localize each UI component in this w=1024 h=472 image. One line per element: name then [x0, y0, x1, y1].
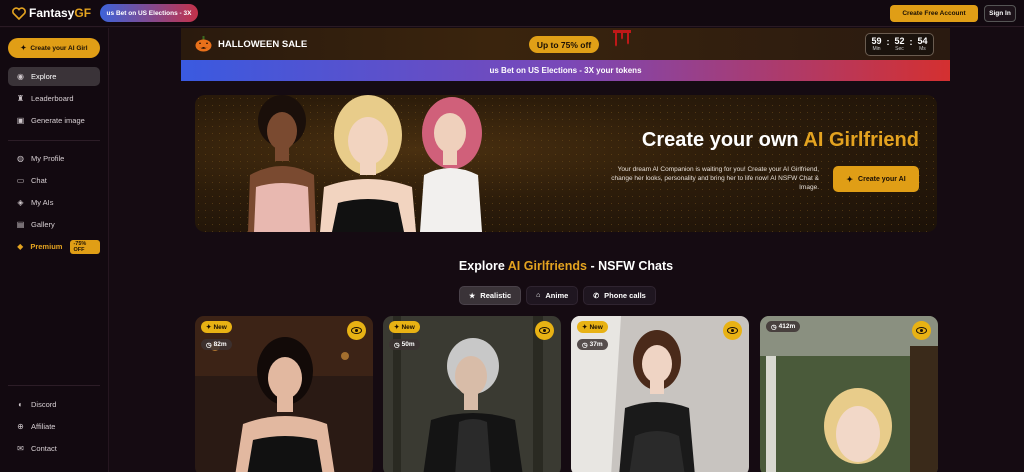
pumpkin-icon — [195, 36, 212, 52]
discount-badge: -75% OFF — [70, 239, 100, 254]
new-badge: ✦ New — [201, 321, 232, 333]
countdown-minutes: 59 Min — [871, 36, 882, 52]
hero-girls-image — [248, 95, 482, 232]
countdown-milliseconds: 54 Ms — [917, 36, 928, 52]
sidebar-divider — [8, 140, 100, 141]
clock-icon: ◷ — [394, 341, 400, 349]
discord-icon: ◐ — [18, 400, 23, 409]
view-button[interactable] — [535, 321, 554, 340]
image-icon: ▣ — [16, 116, 25, 125]
new-badge: ✦ New — [577, 321, 608, 333]
heart-logo-icon — [12, 6, 26, 20]
mail-icon: ✉ — [17, 444, 24, 453]
blood-drip-icon — [613, 30, 631, 47]
hero-title: Create your own AI Girlfriend — [641, 129, 919, 151]
explore-heading: Explore AI Girlfriends - NSFW Chats — [458, 259, 674, 273]
clock-icon: ◷ — [206, 341, 212, 349]
sale-heading: HALLOWEEN SALE — [195, 36, 307, 52]
create-ai-girl-button[interactable]: ✦ Create your AI Girl — [8, 38, 100, 58]
clock-icon: ◷ — [771, 323, 777, 331]
sidebar-item-affiliate[interactable]: ⊕ Affiliate — [8, 417, 100, 436]
sparkle-icon: ✦ — [394, 324, 400, 331]
sidebar-item-explore[interactable]: ◉ Explore — [8, 67, 100, 86]
hero-banner: Create your own AI Girlfriend Your dream… — [195, 95, 937, 232]
sidebar-divider — [8, 385, 100, 386]
character-card[interactable]: ✦ New ◷ 37m — [571, 316, 749, 472]
gallery-icon: ▤ — [16, 220, 25, 229]
sidebar-item-leaderboard[interactable]: ♜ Leaderboard — [8, 89, 100, 108]
character-card[interactable]: ✦ New ◷ 82m — [195, 316, 373, 472]
time-badge: ◷ 412m — [766, 321, 801, 332]
time-badge: ◷ 50m — [389, 339, 420, 350]
time-badge: ◷ 37m — [577, 339, 608, 350]
chat-icon: ▭ — [16, 176, 25, 185]
view-button[interactable] — [723, 321, 742, 340]
character-image — [760, 316, 938, 472]
view-button[interactable] — [912, 321, 931, 340]
top-bar: FantasyGF us Bet on US Elections - 3X Cr… — [0, 0, 1024, 27]
create-your-ai-button[interactable]: ✦ Create your AI — [833, 166, 919, 192]
clock-icon: ◷ — [582, 341, 588, 349]
new-badge: ✦ New — [389, 321, 420, 333]
tab-phone-calls[interactable]: ✆ Phone calls — [583, 286, 656, 305]
time-badge: ◷ 82m — [201, 339, 232, 350]
countdown-timer: 59 Min : 52 Sec : 54 Ms — [865, 33, 934, 56]
sidebar-item-premium[interactable]: ◆ Premium -75% OFF — [8, 237, 100, 256]
compass-icon: ◉ — [17, 72, 24, 81]
trophy-icon: ♜ — [16, 94, 25, 103]
sidebar-item-discord[interactable]: ◐ Discord — [8, 395, 100, 414]
eye-icon — [539, 327, 550, 334]
election-promo-pill[interactable]: us Bet on US Elections - 3X — [100, 4, 198, 22]
phone-icon: ✆ — [593, 292, 600, 300]
create-free-account-button[interactable]: Create Free Account — [890, 5, 978, 22]
user-icon: ◍ — [17, 154, 24, 163]
sidebar-item-generate-image[interactable]: ▣ Generate image — [8, 111, 100, 130]
sale-offer-badge[interactable]: Up to 75% off — [529, 36, 599, 53]
character-card[interactable]: ◷ 412m — [760, 316, 938, 472]
sidebar-item-contact[interactable]: ✉ Contact — [8, 439, 100, 458]
sidebar-item-my-ais[interactable]: ◈ My AIs — [8, 193, 100, 212]
logo-text: FantasyGF — [29, 6, 92, 20]
house-icon: ⌂ — [536, 292, 541, 299]
sidebar: ✦ Create your AI Girl ◉ Explore ♜ Leader… — [0, 28, 109, 472]
eye-icon — [727, 327, 738, 334]
view-button[interactable] — [347, 321, 366, 340]
logo[interactable]: FantasyGF — [12, 6, 91, 20]
eye-icon — [916, 327, 927, 334]
election-promo-bar[interactable]: us Bet on US Elections - 3X your tokens — [181, 60, 950, 81]
sidebar-item-gallery[interactable]: ▤ Gallery — [8, 215, 100, 234]
tab-realistic[interactable]: ★ Realistic — [459, 286, 522, 305]
character-card[interactable]: ✦ New ◷ 50m — [383, 316, 561, 472]
sign-in-button[interactable]: Sign In — [984, 5, 1016, 22]
hero-description: Your dream AI Companion is waiting for y… — [611, 166, 819, 191]
magic-wand-icon: ✦ — [20, 45, 27, 52]
sidebar-item-my-profile[interactable]: ◍ My Profile — [8, 149, 100, 168]
ai-icon: ◈ — [17, 198, 24, 207]
tab-anime[interactable]: ⌂ Anime — [526, 286, 579, 305]
sidebar-item-chat[interactable]: ▭ Chat — [8, 171, 100, 190]
affiliate-icon: ⊕ — [17, 422, 24, 431]
sparkle-icon: ✦ — [206, 324, 212, 331]
magic-wand-icon: ✦ — [846, 174, 854, 184]
star-icon: ★ — [469, 292, 476, 300]
countdown-seconds: 52 Sec — [894, 36, 905, 52]
diamond-icon: ◆ — [17, 242, 24, 251]
halloween-sale-banner[interactable]: HALLOWEEN SALE Up to 75% off 59 Min : 52… — [181, 28, 950, 60]
category-tabs: ★ Realistic ⌂ Anime ✆ Phone calls — [459, 286, 656, 305]
sparkle-icon: ✦ — [582, 324, 588, 331]
eye-icon — [351, 327, 362, 334]
